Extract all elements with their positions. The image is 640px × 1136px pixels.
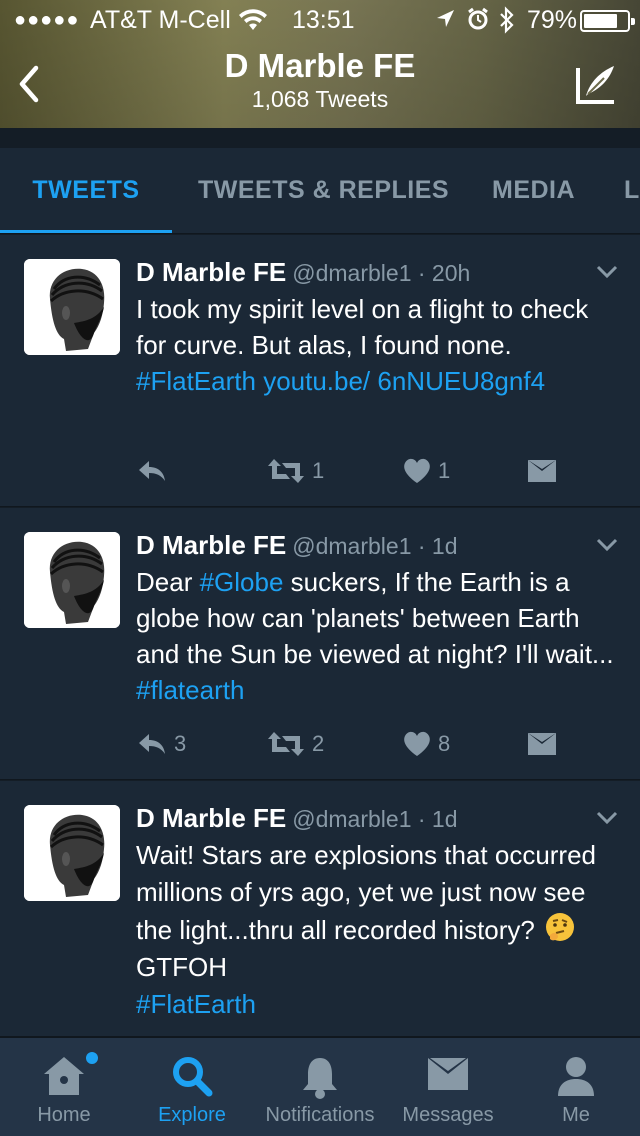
retweet-count: 2 (312, 731, 325, 756)
direct-message-button[interactable] (526, 726, 558, 762)
reply-icon (139, 734, 165, 754)
tweet-text-part: GTFOH (136, 952, 227, 982)
tweet-handle-time: @dmarble1 · 1d (292, 806, 458, 832)
home-icon (44, 1057, 84, 1095)
reply-count: 3 (174, 731, 187, 756)
hashtag-link[interactable]: #Globe (200, 567, 284, 597)
compose-tweet-button[interactable] (574, 62, 620, 106)
bottom-tab-bar: Home Explore Notifications Messages Me (0, 1037, 640, 1136)
tab-me-label: Me (562, 1104, 590, 1126)
page-title: D Marble FE (224, 47, 416, 84)
tab-messages[interactable]: Messages (384, 1038, 512, 1136)
tab-messages-label: Messages (402, 1104, 494, 1126)
like-button[interactable]: 8 (402, 726, 450, 762)
alarm-clock-icon (466, 6, 490, 39)
profile-header: ●●●●● AT&T M-Cell 13:51 79% D Marble FE … (0, 0, 640, 128)
tweet-item[interactable]: D Marble FE @dmarble1 · 1d Dear #Globe su… (0, 508, 640, 780)
tweet-item[interactable]: D Marble FE @dmarble1 · 1d Wait! Stars ar… (0, 781, 640, 1037)
url-link[interactable]: youtu.be/ 6nNUEU8gnf4 (263, 366, 545, 396)
location-arrow-icon (434, 6, 456, 39)
new-content-dot (86, 1052, 98, 1064)
retweet-count: 1 (312, 458, 325, 483)
tweet-text: Wait! Stars are explosions that occurred… (136, 837, 620, 1023)
like-count: 1 (438, 458, 451, 483)
hashtag-link[interactable]: #FlatEarth (136, 989, 256, 1019)
tweet-count: 1,068 Tweets (251, 86, 389, 112)
thinking-face-emoji-icon (544, 911, 576, 943)
tweet-author-name[interactable]: D Marble FE (136, 803, 286, 833)
retweet-icon (268, 459, 304, 483)
tweet-header: D Marble FE @dmarble1 · 20h (136, 255, 470, 289)
clock-time: 13:51 (292, 6, 355, 34)
tweet-text-part: Wait! Stars are explosions that occurred… (136, 840, 597, 945)
tweet-handle-time: @dmarble1 · 1d (292, 533, 458, 559)
tab-tweets[interactable]: TWEETS (0, 148, 172, 233)
tab-notifications-label: Notifications (265, 1104, 375, 1126)
envelope-icon (428, 1058, 468, 1090)
reply-button[interactable]: 3 (136, 726, 186, 762)
status-bar: ●●●●● AT&T M-Cell 13:51 79% (0, 0, 640, 40)
bell-icon (303, 1058, 337, 1099)
tab-likes[interactable]: LIKES (624, 148, 640, 233)
tweet-item[interactable]: D Marble FE @dmarble1 · 20h I took my spi… (0, 235, 640, 507)
chevron-down-icon[interactable] (596, 538, 618, 552)
tweet-text-part: Dear (136, 567, 200, 597)
reply-button[interactable] (136, 453, 174, 489)
wifi-icon (238, 8, 268, 32)
profile-portrait-image (24, 259, 120, 355)
avatar[interactable] (24, 259, 120, 355)
tab-media[interactable]: MEDIA (492, 148, 575, 233)
profile-portrait-image (24, 532, 120, 628)
chevron-down-icon[interactable] (596, 265, 618, 279)
compose-quill-icon (576, 66, 614, 104)
tweet-author-name[interactable]: D Marble FE (136, 530, 286, 560)
like-button[interactable]: 1 (402, 453, 450, 489)
battery-icon (580, 10, 635, 32)
tab-home[interactable]: Home (0, 1038, 128, 1136)
tweet-handle-time: @dmarble1 · 20h (292, 260, 471, 286)
header-title-block: D Marble FE 1,068 Tweets (120, 46, 520, 112)
heart-icon (404, 458, 430, 483)
tab-notifications[interactable]: Notifications (256, 1038, 384, 1136)
search-icon (173, 1057, 213, 1097)
hashtag-link[interactable]: #FlatEarth (136, 366, 256, 396)
tab-explore-label: Explore (158, 1104, 226, 1126)
reply-icon (139, 461, 165, 481)
retweet-icon (268, 732, 304, 756)
envelope-icon (528, 733, 556, 755)
tab-explore[interactable]: Explore (128, 1038, 256, 1136)
avatar[interactable] (24, 805, 120, 901)
tweet-header: D Marble FE @dmarble1 · 1d (136, 528, 458, 562)
battery-percentage: 79% (527, 6, 578, 34)
heart-icon (404, 731, 430, 756)
tweet-actions: 3 2 8 (136, 726, 596, 762)
retweet-button[interactable]: 1 (266, 453, 324, 489)
tweet-author-name[interactable]: D Marble FE (136, 257, 286, 287)
tweet-text-part: I took my spirit level on a flight to ch… (136, 294, 589, 360)
profile-portrait-image (24, 805, 120, 901)
carrier-name: AT&T M-Cell (90, 6, 231, 34)
back-button[interactable] (12, 60, 48, 108)
person-icon (558, 1057, 594, 1096)
tab-home-label: Home (37, 1104, 91, 1126)
direct-message-button[interactable] (526, 453, 558, 489)
chevron-down-icon[interactable] (596, 811, 618, 825)
hashtag-link[interactable]: #flatearth (136, 675, 244, 705)
profile-tabs: TWEETS TWEETS & REPLIES MEDIA LIKES (0, 148, 640, 234)
signal-strength: ●●●●● (14, 9, 80, 31)
tab-me[interactable]: Me (512, 1038, 640, 1136)
chevron-left-icon (19, 65, 39, 103)
avatar[interactable] (24, 532, 120, 628)
tab-tweets-and-replies[interactable]: TWEETS & REPLIES (198, 148, 449, 233)
tweet-text: I took my spirit level on a flight to ch… (136, 291, 620, 399)
bluetooth-icon (498, 6, 516, 41)
tweet-actions: 1 1 (136, 453, 596, 489)
envelope-icon (528, 460, 556, 482)
tweet-header: D Marble FE @dmarble1 · 1d (136, 801, 458, 835)
retweet-button[interactable]: 2 (266, 726, 324, 762)
like-count: 8 (438, 731, 451, 756)
tweet-text: Dear #Globe suckers, If the Earth is a g… (136, 564, 620, 708)
